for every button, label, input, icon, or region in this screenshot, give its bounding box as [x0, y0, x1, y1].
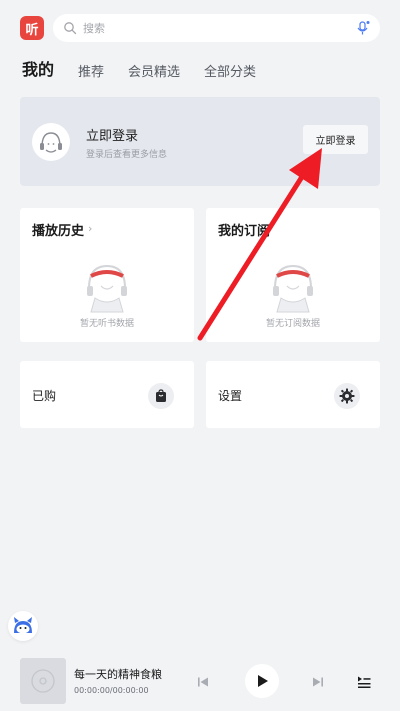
playlist-button[interactable]	[356, 674, 372, 690]
previous-button[interactable]	[196, 675, 210, 689]
purchased-icon-wrap	[148, 383, 174, 409]
empty-headphone-illustration	[87, 264, 127, 313]
settings-label: 设置	[218, 389, 243, 403]
top-bar: 听 搜索	[0, 0, 400, 56]
track-time: 00:00:00/00:00:00	[74, 686, 149, 695]
category-tabs: 我的 推荐 会员精选 全部分类	[22, 60, 280, 80]
play-icon	[258, 675, 268, 687]
purchased-card[interactable]: 已购	[20, 361, 194, 428]
tab-recommend[interactable]: 推荐	[78, 61, 104, 80]
default-avatar-icon	[40, 132, 62, 153]
floating-assistant-button[interactable]	[8, 611, 38, 641]
track-cover[interactable]	[20, 658, 66, 704]
avatar[interactable]	[32, 123, 70, 161]
purchased-label: 已购	[32, 389, 57, 403]
shopping-bag-icon	[156, 389, 166, 402]
login-title: 立即登录	[86, 129, 139, 144]
track-title[interactable]: 每一天的精神食粮	[74, 666, 162, 682]
subscriptions-card[interactable]: 我的订阅 暂无订阅数据	[206, 208, 380, 342]
chevron-right-icon: ›	[88, 222, 93, 235]
play-history-card[interactable]: 播放历史 › 暂无听书数据	[20, 208, 194, 342]
login-button[interactable]: 立即登录	[303, 125, 368, 154]
search-placeholder: 搜索	[83, 22, 105, 35]
play-history-title: 播放历史	[32, 224, 85, 239]
disc-icon	[31, 669, 55, 693]
next-button[interactable]	[311, 675, 325, 689]
play-history-empty-text: 暂无听书数据	[79, 319, 134, 329]
playlist-icon	[358, 676, 371, 688]
assistant-mascot-icon	[14, 617, 32, 634]
app-logo[interactable]: 听	[20, 16, 44, 40]
tab-all-categories[interactable]: 全部分类	[204, 61, 256, 80]
voice-search-icon[interactable]	[356, 20, 370, 36]
search-icon	[64, 22, 77, 35]
tab-vip-selection[interactable]: 会员精选	[128, 61, 180, 80]
mini-player: 每一天的精神食粮 00:00:00/00:00:00	[0, 654, 400, 711]
play-button[interactable]	[245, 664, 279, 698]
login-card[interactable]: 立即登录 登录后查看更多信息 立即登录	[20, 97, 380, 186]
empty-headphone-illustration	[273, 264, 313, 313]
search-input[interactable]: 搜索	[53, 14, 380, 42]
login-subtitle: 登录后查看更多信息	[86, 150, 168, 160]
skip-next-icon	[313, 677, 323, 687]
settings-icon-wrap	[334, 383, 360, 409]
tab-mine[interactable]: 我的	[22, 56, 54, 80]
skip-previous-icon	[198, 677, 208, 687]
subscriptions-title: 我的订阅	[218, 224, 271, 239]
subscriptions-empty-text: 暂无订阅数据	[265, 319, 320, 329]
settings-card[interactable]: 设置	[206, 361, 380, 428]
gear-icon	[339, 388, 355, 404]
